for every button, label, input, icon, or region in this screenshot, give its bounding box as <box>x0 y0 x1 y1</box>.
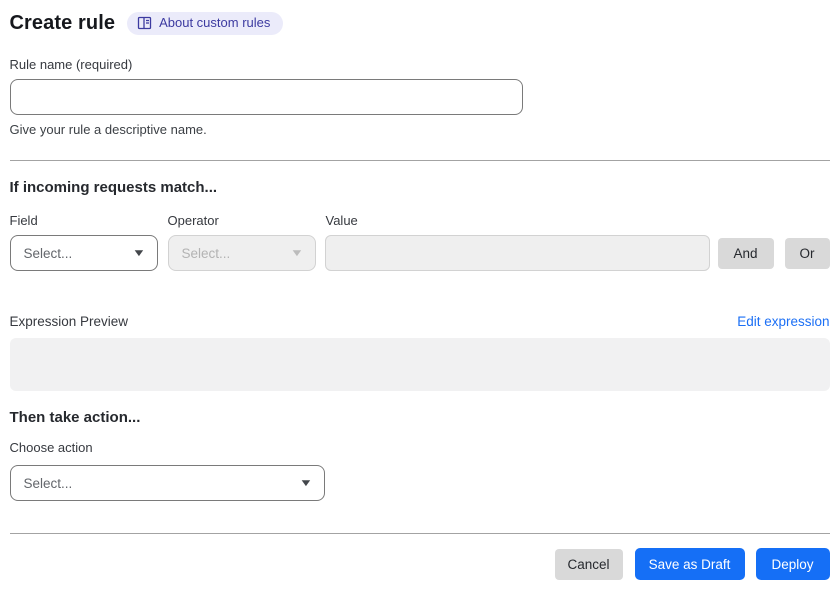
save-as-draft-button[interactable]: Save as Draft <box>634 548 745 580</box>
match-controls-row: Select... ▼ Select... ▼ And Or <box>9 235 830 271</box>
expression-preview-box <box>9 338 830 391</box>
about-custom-rules-link[interactable]: About custom rules <box>127 11 284 35</box>
chevron-down-icon: ▼ <box>298 477 313 489</box>
about-custom-rules-label: About custom rules <box>159 15 271 30</box>
choose-action-placeholder: Select... <box>23 475 73 491</box>
section-divider <box>9 160 830 161</box>
chevron-down-icon: ▼ <box>131 247 146 259</box>
book-icon <box>137 16 152 30</box>
create-rule-form: Create rule About custom rules Rule name… <box>9 0 830 580</box>
expression-label-row: Expression Preview Edit expression <box>10 314 830 329</box>
cancel-button[interactable]: Cancel <box>554 548 623 580</box>
operator-select-placeholder: Select... <box>181 245 231 261</box>
title-row: Create rule About custom rules <box>10 10 830 36</box>
choose-action-select[interactable]: Select... ▼ <box>9 465 325 501</box>
rule-name-label: Rule name (required) <box>9 57 133 72</box>
deploy-button[interactable]: Deploy <box>755 548 830 580</box>
expression-preview-label: Expression Preview <box>9 314 129 329</box>
choose-action-label: Choose action <box>9 440 93 455</box>
field-select-placeholder: Select... <box>23 245 73 261</box>
rule-name-helper: Give your rule a descriptive name. <box>9 122 207 137</box>
footer-actions: Cancel Save as Draft Deploy <box>10 548 830 580</box>
action-section-heading: Then take action... <box>9 409 141 426</box>
or-button[interactable]: Or <box>784 237 830 269</box>
page-title: Create rule <box>9 11 116 34</box>
field-label: Field <box>9 213 38 228</box>
footer-divider <box>9 533 830 534</box>
and-button[interactable]: And <box>717 237 774 269</box>
operator-select: Select... ▼ <box>167 235 316 271</box>
value-label: Value <box>325 213 358 228</box>
operator-label: Operator <box>167 213 219 228</box>
value-input <box>324 235 710 271</box>
edit-expression-link[interactable]: Edit expression <box>737 314 829 329</box>
match-labels-row: Field Operator Value <box>10 213 830 228</box>
rule-name-group: Rule name (required) Give your rule a de… <box>9 57 830 137</box>
field-select[interactable]: Select... ▼ <box>9 235 158 271</box>
match-section-heading: If incoming requests match... <box>9 179 218 196</box>
rule-name-input[interactable] <box>9 79 523 115</box>
chevron-down-icon: ▼ <box>289 247 304 259</box>
